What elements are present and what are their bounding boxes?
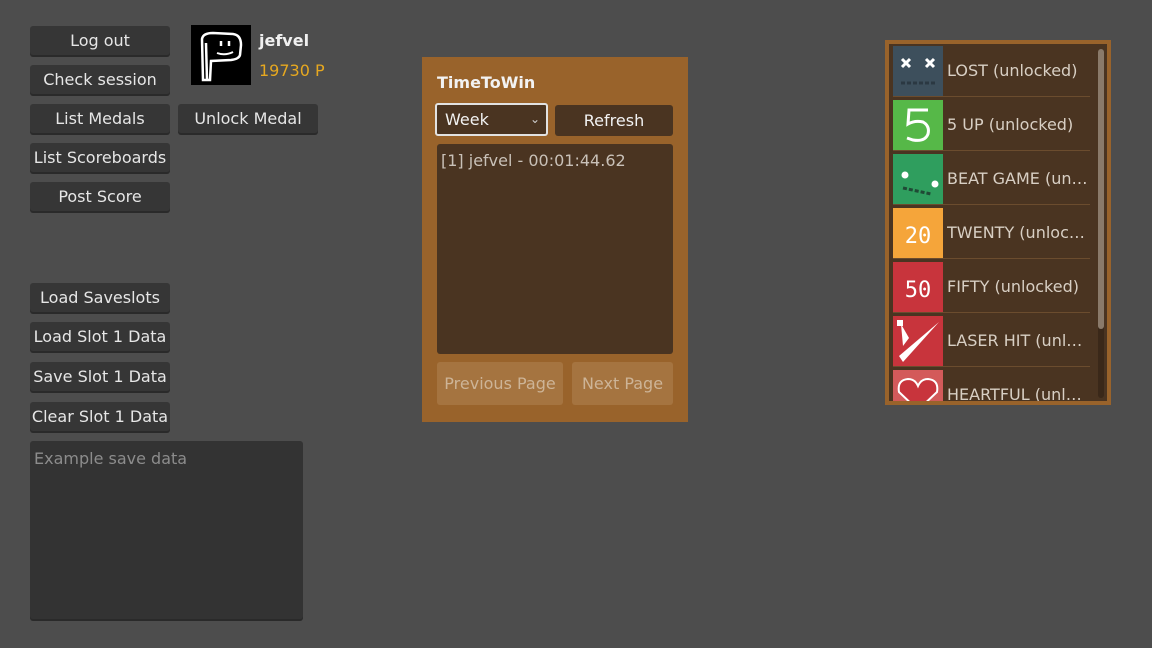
next-page-button[interactable]: Next Page [572,362,673,405]
svg-text:20: 20 [905,224,932,249]
unlock-medal-button[interactable]: Unlock Medal [178,104,318,133]
medal-item[interactable]: 50 FIFTY (unlocked) [893,260,1090,313]
twenty-icon: 20 [893,208,943,258]
fifty-icon: 50 [893,262,943,312]
medal-label: LOST (unlocked) [947,61,1078,80]
medals-list[interactable]: LOST (unlocked) 5 UP (unlocked) BEAT GAM… [889,44,1107,401]
period-select-value: Week [445,110,489,129]
save-data-input[interactable] [30,441,303,619]
refresh-button[interactable]: Refresh [555,105,673,136]
user-points: 19730 P [259,61,325,80]
medals-panel: LOST (unlocked) 5 UP (unlocked) BEAT GAM… [885,40,1111,405]
medal-label: FIFTY (unlocked) [947,277,1079,296]
check-session-button[interactable]: Check session [30,65,170,94]
medal-label: LASER HIT (unlocked) [947,331,1090,350]
medal-item[interactable]: LASER HIT (unlocked) [893,314,1090,367]
load-saveslots-button[interactable]: Load Saveslots [30,283,170,312]
avatar [191,25,251,85]
previous-page-button[interactable]: Previous Page [437,362,563,405]
logout-button[interactable]: Log out [30,26,170,55]
laser-icon [893,316,943,366]
medal-item[interactable]: BEAT GAME (unlocked) [893,152,1090,205]
medal-item[interactable]: HEARTFUL (unlocked) [893,368,1090,401]
clear-slot-button[interactable]: Clear Slot 1 Data [30,402,170,431]
score-list: [1] jefvel - 00:01:44.62 [437,144,673,354]
scrollbar-thumb[interactable] [1098,49,1104,329]
medal-item[interactable]: LOST (unlocked) [893,44,1090,97]
five-icon [893,100,943,150]
medal-item[interactable]: 20 TWENTY (unlocked) [893,206,1090,259]
load-slot-button[interactable]: Load Slot 1 Data [30,322,170,351]
chevron-down-icon: ⌄ [529,112,540,126]
medal-item[interactable]: 5 UP (unlocked) [893,98,1090,151]
scoreboard-panel: TimeToWin Week ⌄ Refresh [1] jefvel - 00… [422,57,688,422]
username: jefvel [259,31,310,50]
medal-label: HEARTFUL (unlocked) [947,385,1090,401]
svg-text:50: 50 [905,278,932,303]
heart-icon [893,370,943,401]
list-scoreboards-button[interactable]: List Scoreboards [30,143,170,172]
doodle-face-icon [200,31,243,82]
medal-label: BEAT GAME (unlocked) [947,169,1090,188]
score-entry: [1] jefvel - 00:01:44.62 [441,151,626,170]
medals-scrollbar[interactable] [1098,49,1104,398]
post-score-button[interactable]: Post Score [30,182,170,211]
smiley-icon [893,154,943,204]
medal-label: TWENTY (unlocked) [947,223,1090,242]
save-slot-button[interactable]: Save Slot 1 Data [30,362,170,391]
list-medals-button[interactable]: List Medals [30,104,170,133]
scoreboard-title: TimeToWin [437,73,536,92]
x-eyes-icon [893,46,943,96]
period-select[interactable]: Week ⌄ [435,103,548,136]
medal-label: 5 UP (unlocked) [947,115,1074,134]
